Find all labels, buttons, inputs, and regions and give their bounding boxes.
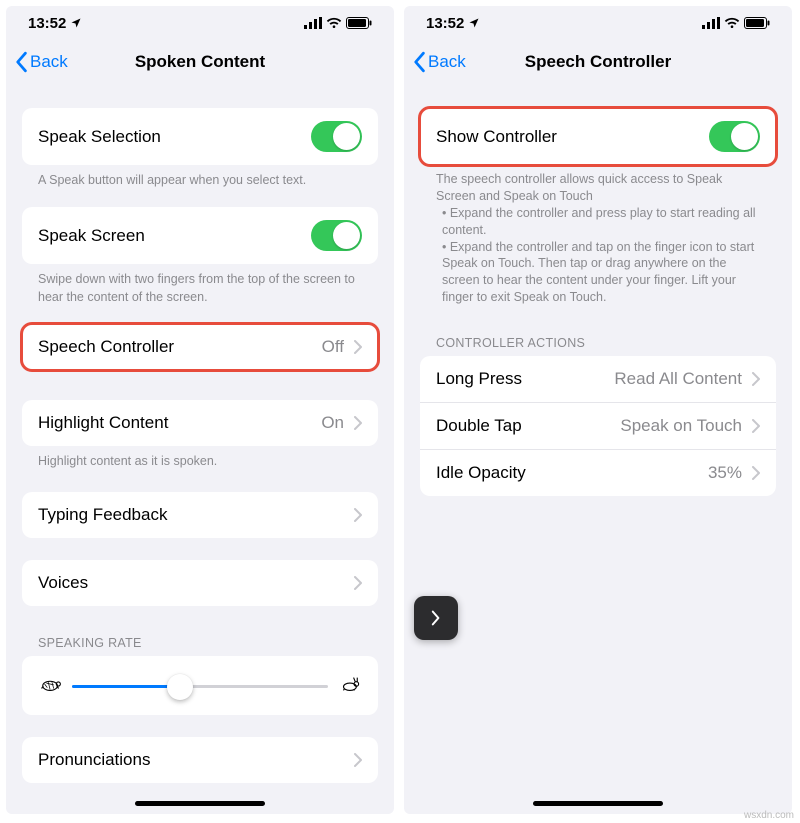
voices-row[interactable]: Voices [22,560,378,606]
location-icon [70,17,82,29]
pronunciations-label: Pronunciations [38,750,150,770]
pronunciations-group: Pronunciations [22,737,378,783]
speech-controller-group: Speech Controller Off [22,324,378,370]
idle-opacity-value: 35% [708,463,742,483]
status-time: 13:52 [28,15,66,32]
chevron-right-icon [354,753,362,767]
speaking-rate-group [22,656,378,715]
nav-bar: Back Spoken Content [6,40,394,84]
show-controller-description: The speech controller allows quick acces… [420,165,776,306]
status-bar: 13:52 [6,6,394,40]
wifi-icon [326,17,342,29]
speak-screen-label: Speak Screen [38,226,145,246]
speak-screen-footer: Swipe down with two fingers from the top… [22,264,378,306]
back-button[interactable]: Back [14,51,68,73]
chevron-right-icon [354,416,362,430]
back-label: Back [428,52,466,72]
chevron-right-icon [428,610,444,626]
speak-screen-group: Speak Screen [22,207,378,264]
typing-feedback-row[interactable]: Typing Feedback [22,492,378,538]
status-bar: 13:52 [404,6,792,40]
show-controller-label: Show Controller [436,127,557,147]
highlight-content-group: Highlight Content On [22,400,378,446]
highlight-content-value: On [321,413,344,433]
chevron-right-icon [354,508,362,522]
chevron-right-icon [354,340,362,354]
speech-controller-label: Speech Controller [38,337,174,357]
home-indicator[interactable] [135,801,265,806]
typing-feedback-label: Typing Feedback [38,505,167,525]
typing-feedback-group: Typing Feedback [22,492,378,538]
chevron-left-icon [412,51,426,73]
nav-bar: Back Speech Controller [404,40,792,84]
long-press-label: Long Press [436,369,522,389]
wifi-icon [724,17,740,29]
speaking-rate-slider[interactable] [72,685,328,688]
double-tap-row[interactable]: Double Tap Speak on Touch [420,402,776,449]
cell-signal-icon [702,17,720,29]
voices-label: Voices [38,573,88,593]
back-button[interactable]: Back [412,51,466,73]
cell-signal-icon [304,17,322,29]
pronunciations-row[interactable]: Pronunciations [22,737,378,783]
home-indicator[interactable] [533,801,663,806]
desc-line: • Expand the controller and tap on the f… [436,239,760,307]
controller-actions-header: CONTROLLER ACTIONS [420,306,776,356]
speak-selection-label: Speak Selection [38,127,161,147]
speech-controller-row[interactable]: Speech Controller Off [22,324,378,370]
long-press-value: Read All Content [614,369,742,389]
speak-selection-group: Speak Selection [22,108,378,165]
highlight-content-row[interactable]: Highlight Content On [22,400,378,446]
chevron-left-icon [14,51,28,73]
idle-opacity-row[interactable]: Idle Opacity 35% [420,449,776,496]
voices-group: Voices [22,560,378,606]
screen-spoken-content: 13:52 Back Spok [6,6,394,814]
speaking-rate-row [22,656,378,715]
screen-speech-controller: 13:52 Back Spee [404,6,792,814]
speech-controller-value: Off [322,337,344,357]
idle-opacity-label: Idle Opacity [436,463,526,483]
speak-selection-footer: A Speak button will appear when you sele… [22,165,378,189]
speaking-rate-header: SPEAKING RATE [22,606,378,656]
show-controller-toggle[interactable] [709,121,760,152]
tortoise-icon [40,676,62,697]
status-time: 13:52 [426,15,464,32]
back-label: Back [30,52,68,72]
battery-icon [744,17,770,29]
rabbit-icon [338,676,360,697]
speak-selection-toggle[interactable] [311,121,362,152]
desc-line: The speech controller allows quick acces… [436,171,760,205]
battery-icon [346,17,372,29]
speak-selection-row[interactable]: Speak Selection [22,108,378,165]
controller-actions-group: Long Press Read All Content Double Tap S… [420,356,776,496]
show-controller-row[interactable]: Show Controller [420,108,776,165]
chevron-right-icon [354,576,362,590]
chevron-right-icon [752,372,760,386]
long-press-row[interactable]: Long Press Read All Content [420,356,776,402]
double-tap-label: Double Tap [436,416,522,436]
watermark: wsxdn.com [744,810,794,821]
speak-screen-row[interactable]: Speak Screen [22,207,378,264]
chevron-right-icon [752,466,760,480]
speech-controller-floating-button[interactable] [414,596,458,640]
desc-line: • Expand the controller and press play t… [436,205,760,239]
speak-screen-toggle[interactable] [311,220,362,251]
show-controller-group: Show Controller [420,108,776,165]
location-icon [468,17,480,29]
highlight-content-label: Highlight Content [38,413,168,433]
highlight-content-footer: Highlight content as it is spoken. [22,446,378,470]
chevron-right-icon [752,419,760,433]
double-tap-value: Speak on Touch [620,416,742,436]
